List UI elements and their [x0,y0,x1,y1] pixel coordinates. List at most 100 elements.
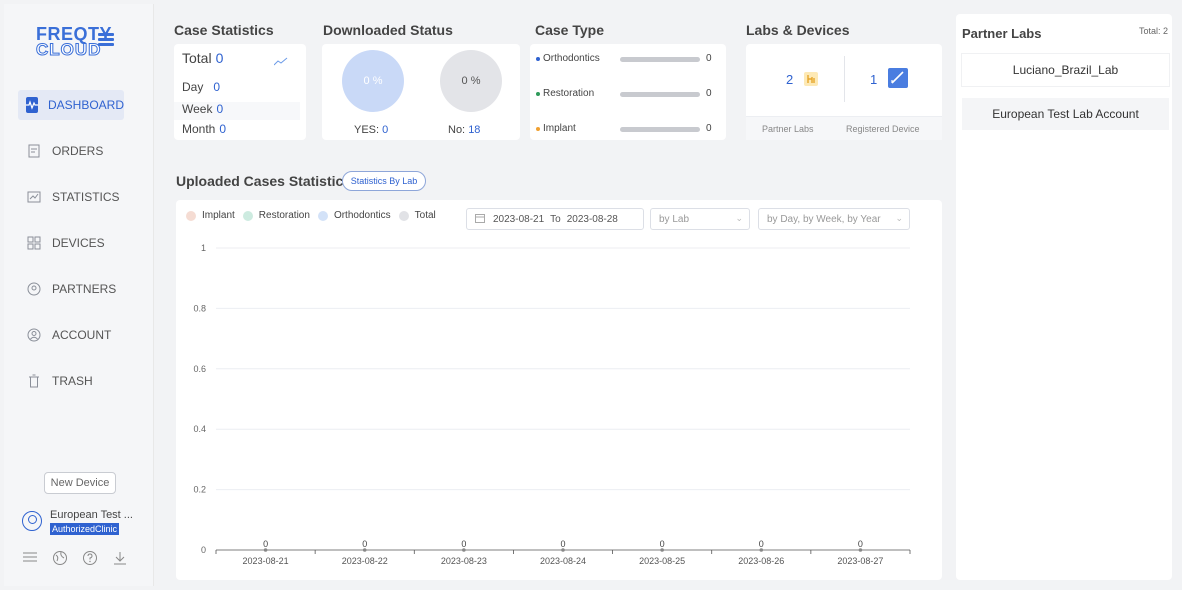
total-value: 0 [215,50,224,66]
orthodontics-bar [620,57,700,62]
implant-label: Implant [543,123,576,134]
data-label: 0 [461,539,466,549]
sidebar: FREQTY CLOUD DASHBOARD ORDERS STATISTICS… [4,4,154,586]
nav-partners-label: PARTNERS [52,282,117,296]
nav-dashboard[interactable]: DASHBOARD [18,90,124,120]
yes-count: YES: 0 [354,124,388,136]
avatar-icon [22,511,42,531]
nav-orders-label: ORDERS [52,144,104,158]
trend-icon[interactable] [273,54,288,70]
download-icon[interactable] [112,550,128,569]
restoration-label: Restoration [543,88,595,99]
uploaded-chart-card: Implant Restoration Orthodontics Total 2… [176,200,942,580]
implant-dot [536,126,540,131]
nav-trash[interactable]: TRASH [18,366,124,396]
y-tick-label: 0.2 [193,485,206,495]
data-label: 0 [660,539,665,549]
orthodontics-dot [536,56,540,61]
help-icon[interactable] [82,550,98,569]
data-label: 0 [759,539,764,549]
case-statistics-card: Total 0 Day 0 Week 0 Month 0 [174,44,306,140]
nav-devices-label: DEVICES [52,236,105,250]
total-label: Total [182,50,212,66]
menu-icon[interactable] [22,550,38,569]
globe-icon[interactable] [52,550,68,569]
week-value: 0 [216,102,224,116]
scanner-device-icon[interactable] [888,68,908,88]
sidebar-bottom-toolbar [22,550,128,569]
x-tick-label: 2023-08-26 [738,556,784,566]
partner-labs-label: Partner Labs [762,124,814,134]
y-tick-label: 0 [201,545,206,555]
x-tick-label: 2023-08-25 [639,556,685,566]
restoration-value: 0 [706,88,712,99]
total-row: Total 0 [174,50,300,74]
data-label: 0 [263,539,268,549]
implant-value: 0 [706,123,712,134]
nav-statistics[interactable]: STATISTICS [18,182,124,212]
case-type-card: Orthodontics 0 Restoration 0 Implant 0 [530,44,726,140]
uploaded-cases-chart: 0 0.2 0.4 0.6 0.8 1 2023-08-21 0 2023-08-22 0 2023… [193,243,911,566]
yes-percent: 0 % [363,75,383,87]
week-row: Week 0 [174,102,300,120]
nav-dashboard-label: DASHBOARD [48,98,125,112]
logo-menu-icon [98,33,114,48]
restoration-bar [620,92,700,97]
case-type-row-restoration: Restoration [536,88,594,99]
x-tick-label: 2023-08-21 [243,556,289,566]
day-label: Day [182,80,204,94]
case-type-title: Case Type [535,22,604,38]
month-row: Month 0 [174,122,300,140]
lab-icon[interactable] [804,72,818,86]
restoration-dot [536,91,540,96]
no-percent-circle: 0 % [440,50,502,112]
nav-trash-label: TRASH [52,374,93,388]
yes-label: YES: [354,124,380,136]
day-row: Day 0 [174,80,300,98]
user-role-badge: AuthorizedClinic [50,523,120,535]
case-type-row-implant: Implant [536,123,576,134]
nav-statistics-label: STATISTICS [52,190,120,204]
new-device-button[interactable]: New Device [44,472,116,494]
nav-account[interactable]: ACCOUNT [18,320,124,350]
partner-lab-item[interactable]: Luciano_Brazil_Lab [962,54,1169,86]
statistics-by-lab-button[interactable]: Statistics By Lab [342,171,426,191]
app-logo[interactable]: FREQTY CLOUD [35,24,126,64]
partner-labs-total-label: Total: [1138,26,1161,36]
partners-icon [26,281,42,297]
pulse-icon [26,97,38,113]
labs-devices-card: 2 1 Partner Labs Registered Device [746,44,942,140]
case-statistics-title: Case Statistics [174,22,274,38]
week-label: Week [182,102,213,116]
nav-devices[interactable]: DEVICES [18,228,124,258]
user-profile[interactable]: European Test ... AuthorizedClinic [22,509,152,541]
y-tick-label: 1 [201,243,206,253]
y-tick-label: 0.8 [193,303,206,313]
registered-device-count: 1 [870,72,878,87]
day-value: 0 [213,80,221,94]
logo-text-bottom: CLOUD [35,40,102,60]
nav-orders[interactable]: ORDERS [18,136,124,166]
partner-labs-panel: Partner Labs Total: 2 Luciano_Brazil_Lab… [956,14,1172,580]
orders-icon [26,143,42,159]
partner-labs-count: 2 [786,72,794,87]
partner-lab-item[interactable]: European Test Lab Account [962,98,1169,130]
data-label: 0 [362,539,367,549]
user-name: European Test ... [50,509,133,521]
implant-bar [620,127,700,132]
nav-account-label: ACCOUNT [52,328,112,342]
yes-percent-circle: 0 % [342,50,404,112]
orthodontics-label: Orthodontics [543,53,600,64]
month-label: Month [182,122,216,136]
case-type-row-orthodontics: Orthodontics [536,53,600,64]
no-percent: 0 % [461,75,481,87]
data-label: 0 [858,539,863,549]
no-count: No: 18 [448,124,480,136]
partner-labs-title: Partner Labs [962,26,1042,41]
nav-partners[interactable]: PARTNERS [18,274,124,304]
partner-labs-total-value: 2 [1162,26,1168,36]
statistics-icon [26,189,42,205]
downloaded-status-card: 0 % 0 % YES: 0 No: 18 [322,44,520,140]
account-icon [26,327,42,343]
partner-labs-total: Total: 2 [1139,26,1168,36]
